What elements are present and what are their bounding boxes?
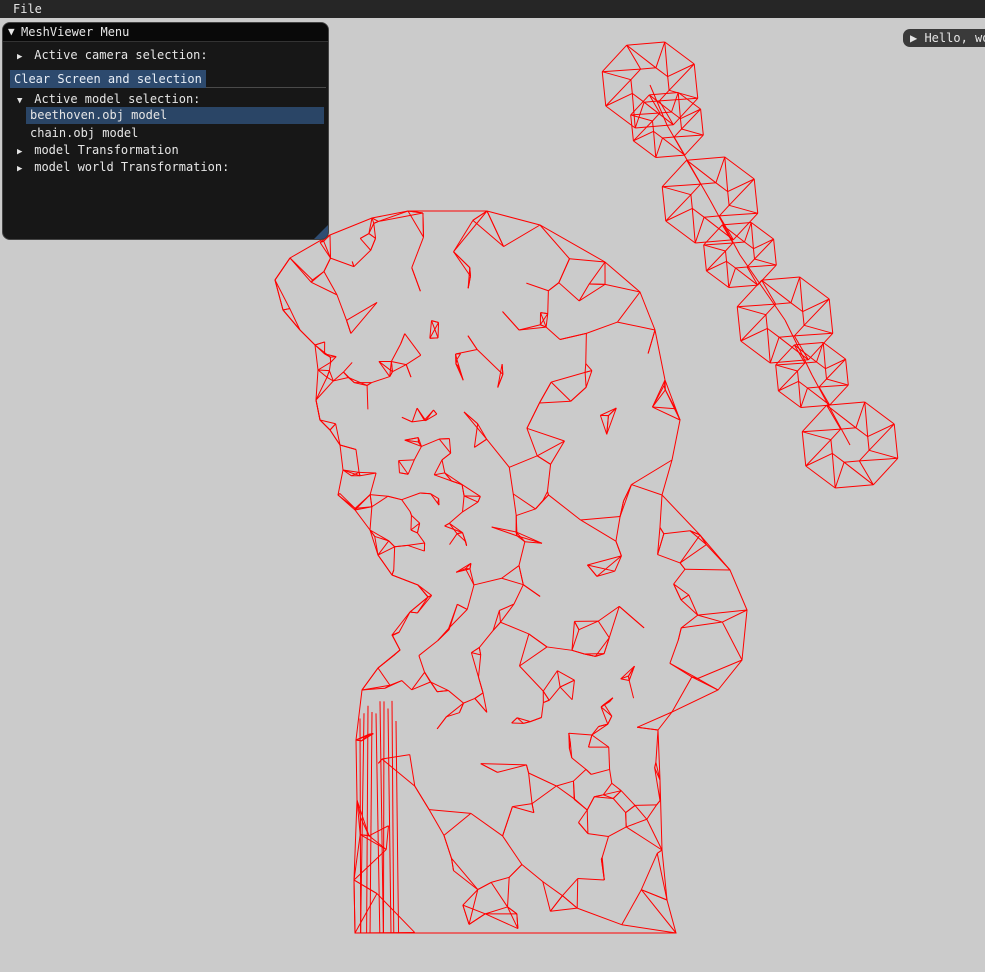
chain-mesh xyxy=(601,41,899,489)
model-transformation-label: model Transformation xyxy=(34,143,179,157)
window-titlebar[interactable]: ▼ MeshViewer Menu xyxy=(3,23,328,42)
world-transformation-label: model world Transformation: xyxy=(34,160,230,174)
clear-screen-button[interactable]: Clear Screen and selection xyxy=(10,70,206,88)
expand-arrow-icon: ▶ xyxy=(17,164,23,174)
menu-bar: File xyxy=(0,0,985,18)
meshviewer-menu-window[interactable]: ▼ MeshViewer Menu ▶ Active camera select… xyxy=(2,22,329,240)
hello-window-title: Hello, wo xyxy=(924,31,985,45)
beethoven-mesh xyxy=(274,210,748,934)
resize-grip-icon[interactable] xyxy=(314,225,328,239)
model-selection-label: Active model selection: xyxy=(34,92,201,106)
window-title: MeshViewer Menu xyxy=(21,25,130,39)
expand-arrow-icon: ▶ xyxy=(910,31,925,45)
hello-window-collapsed[interactable]: ▶ Hello, wo xyxy=(903,29,985,47)
camera-selection-label: Active camera selection: xyxy=(34,48,208,62)
expand-arrow-icon: ▶ xyxy=(17,147,23,157)
collapse-arrow-icon[interactable]: ▼ xyxy=(8,25,15,38)
model-selection-node[interactable]: ▼ Active model selection: xyxy=(17,91,200,107)
model-item-beethoven[interactable]: beethoven.obj model xyxy=(26,107,324,124)
expand-arrow-icon: ▶ xyxy=(17,52,23,62)
camera-selection-node[interactable]: ▶ Active camera selection: xyxy=(17,47,208,63)
model-transformation-node[interactable]: ▶ model Transformation xyxy=(17,142,179,158)
model-item-chain[interactable]: chain.obj model xyxy=(30,125,138,141)
menu-file[interactable]: File xyxy=(13,2,42,16)
world-transformation-node[interactable]: ▶ model world Transformation: xyxy=(17,159,229,175)
